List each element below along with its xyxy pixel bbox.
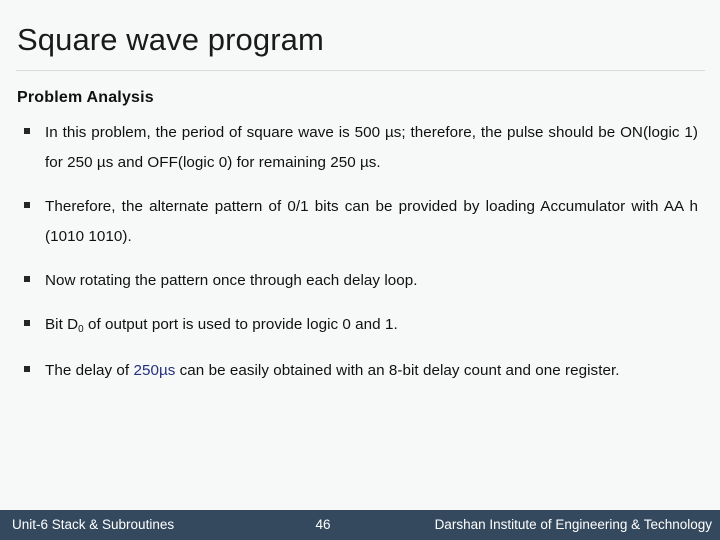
list-item-delay: The delay of 250µs can be easily obtaine… [0, 356, 720, 386]
bullet-line: remaining 250 µs. [258, 154, 381, 171]
list-item-text: The delay of 250µs can be easily obtaine… [45, 356, 698, 386]
bullet-line: count and one register. [463, 362, 620, 379]
subscript-zero: 0 [78, 323, 84, 335]
title-divider [16, 70, 705, 71]
highlighted-value: 250µs [133, 362, 176, 379]
bullet-text-suffix: of output port is used to provide logic … [83, 316, 398, 333]
footer-institute-label: Darshan Institute of Engineering & Techn… [434, 517, 712, 532]
bullet-text-pre-accent: The delay of [45, 362, 134, 379]
list-item-pattern: Therefore, the alternate pattern of 0/1 … [0, 192, 720, 252]
list-item-text: Now rotating the pattern once through ea… [45, 266, 698, 296]
list-item-text: Therefore, the alternate pattern of 0/1 … [45, 192, 698, 252]
bullet-square-icon [24, 202, 30, 208]
page-title: Square wave program [17, 22, 324, 57]
bullet-square-icon [24, 366, 30, 372]
footer: Unit-6 Stack & Subroutines 46 Darshan In… [0, 510, 720, 540]
bullet-line: In this problem, the period of square wa… [45, 124, 477, 141]
bullet-line: Therefore, the alternate pattern of 0/1 … [45, 198, 480, 215]
list-item-text: Bit D0 of output port is used to provide… [45, 310, 698, 342]
section-heading: Problem Analysis [17, 89, 154, 106]
bullet-line: Now rotating the pattern once through ea… [45, 272, 418, 289]
bullet-square-icon [24, 276, 30, 282]
list-item-period: In this problem, the period of square wa… [0, 118, 720, 178]
bullet-square-icon [24, 320, 30, 326]
bullet-text-post-accent: can be easily obtained with an 8-bit del… [175, 362, 460, 379]
bullet-text-prefix: Bit D [45, 316, 79, 333]
list-item-text: In this problem, the period of square wa… [45, 118, 698, 178]
bullet-list: In this problem, the period of square wa… [0, 118, 720, 400]
slide-canvas: Square wave program Problem Analysis In … [0, 0, 720, 540]
list-item-rotate: Now rotating the pattern once through ea… [0, 266, 720, 296]
bullet-square-icon [24, 128, 30, 134]
list-item-bit-d0: Bit D0 of output port is used to provide… [0, 310, 720, 342]
